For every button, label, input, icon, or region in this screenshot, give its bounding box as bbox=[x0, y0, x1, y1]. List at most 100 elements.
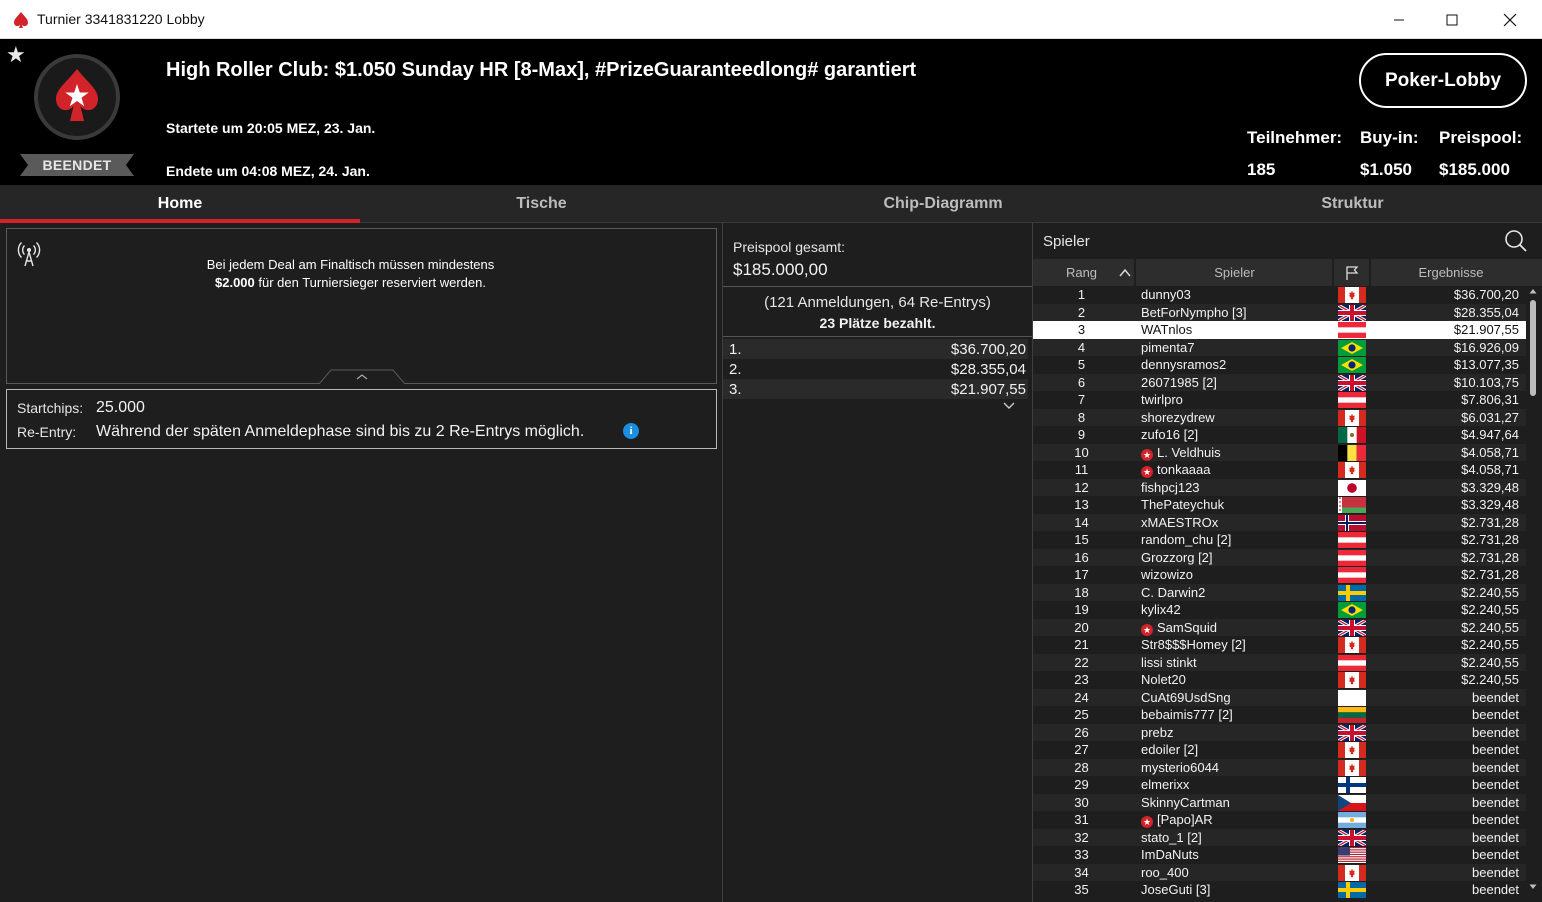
player-row[interactable]: 17 wizowizo $2.731,28 bbox=[1033, 566, 1526, 584]
collapse-notice-handle[interactable] bbox=[319, 369, 405, 384]
player-rank: 15 bbox=[1074, 532, 1089, 547]
registrations-text: (121 Anmeldungen, 64 Re-Entrys) bbox=[764, 294, 991, 311]
player-header-label: Spieler bbox=[1214, 265, 1255, 280]
player-name: 26071985 [2] bbox=[1141, 374, 1217, 390]
player-row[interactable]: 9 zufo16 [2] $4.947,64 bbox=[1033, 426, 1526, 444]
country-flag-icon bbox=[1338, 882, 1366, 898]
player-row[interactable]: 19 kylix42 $2.240,55 bbox=[1033, 601, 1526, 619]
scroll-up-arrow-icon[interactable] bbox=[1529, 288, 1537, 294]
player-row[interactable]: 24 CuAt69UsdSng beendet bbox=[1033, 688, 1526, 706]
scroll-down-arrow-icon[interactable] bbox=[1529, 884, 1537, 890]
player-row[interactable]: 13 ThePateychuk $3.329,48 bbox=[1033, 496, 1526, 514]
player-row[interactable]: 1 dunny03 $36.700,20 bbox=[1033, 286, 1526, 304]
player-row[interactable]: 28 mysterio6044 beendet bbox=[1033, 758, 1526, 776]
title-bar: Turnier 3341831220 Lobby bbox=[0, 0, 1542, 39]
player-row[interactable]: 34 roo_400 beendet bbox=[1033, 863, 1526, 881]
player-name-cell: roo_400 bbox=[1141, 865, 1189, 880]
player-name-cell: dennysramos2 bbox=[1141, 357, 1226, 372]
player-result: $36.700,20 bbox=[1453, 287, 1519, 302]
player-row[interactable]: 30 SkinnyCartman beendet bbox=[1033, 793, 1526, 811]
player-row[interactable]: 15 random_chu [2] $2.731,28 bbox=[1033, 531, 1526, 549]
player-result: beendet bbox=[1472, 847, 1519, 862]
player-row[interactable]: 35 JoseGuti [3] beendet bbox=[1033, 881, 1526, 899]
divider bbox=[723, 286, 1032, 287]
country-flag-icon bbox=[1338, 672, 1366, 688]
buyin-label: Buy-in: bbox=[1360, 128, 1419, 147]
player-name: fishpcj123 bbox=[1141, 479, 1200, 495]
player-row[interactable]: 20 ★ SamSquid $2.240,55 bbox=[1033, 618, 1526, 636]
country-flag-icon bbox=[1338, 479, 1366, 496]
player-name-cell: CuAt69UsdSng bbox=[1141, 690, 1231, 705]
player-result: $2.240,55 bbox=[1461, 654, 1519, 670]
player-rank: 8 bbox=[1077, 409, 1086, 425]
player-rank: 13 bbox=[1074, 497, 1089, 512]
player-row[interactable]: 10 ★ L. Veldhuis $4.058,71 bbox=[1033, 443, 1526, 461]
player-row[interactable]: 3 WATnlos $21.907,55 bbox=[1033, 321, 1526, 339]
country-column-header[interactable] bbox=[1334, 259, 1369, 286]
player-row[interactable]: 33 ImDaNuts beendet bbox=[1033, 846, 1526, 864]
player-result: $4.058,71 bbox=[1461, 462, 1519, 477]
player-row[interactable]: 6 26071985 [2] $10.103,75 bbox=[1033, 373, 1526, 391]
tab-structure[interactable]: Struktur bbox=[1163, 185, 1542, 223]
tournament-name: High Roller Club: $1.050 Sunday HR [8-Ma… bbox=[166, 59, 917, 81]
player-row[interactable]: 11 ★ tonkaaaa $4.058,71 bbox=[1033, 461, 1526, 479]
player-row[interactable]: 25 bebaimis777 [2] beendet bbox=[1033, 706, 1526, 724]
player-row[interactable]: 14 xMAESTROx $2.731,28 bbox=[1033, 513, 1526, 531]
player-row[interactable]: 22 lissi stinkt $2.240,55 bbox=[1033, 653, 1526, 671]
tournament-header: ★ BEENDET High Roller Club: $1.050 Sunda… bbox=[0, 39, 1542, 185]
player-name-cell: lissi stinkt bbox=[1141, 655, 1197, 670]
player-row[interactable]: 8 shorezydrew $6.031,27 bbox=[1033, 408, 1526, 426]
prize-row: 2. $28.355,04 bbox=[723, 359, 1028, 379]
player-name-cell: ★ L. Veldhuis bbox=[1141, 445, 1221, 461]
result-column-header[interactable]: Ergebnisse bbox=[1371, 259, 1531, 286]
players-scrollbar[interactable] bbox=[1526, 286, 1540, 902]
player-rank: 5 bbox=[1077, 357, 1086, 372]
player-row[interactable]: 16 Grozzorg [2] $2.731,28 bbox=[1033, 548, 1526, 566]
favorite-star-icon[interactable]: ★ bbox=[6, 44, 26, 66]
minimize-button[interactable] bbox=[1373, 0, 1425, 39]
player-row[interactable]: 12 fishpcj123 $3.329,48 bbox=[1033, 478, 1526, 496]
player-row[interactable]: 18 C. Darwin2 $2.240,55 bbox=[1033, 583, 1526, 601]
maximize-button[interactable] bbox=[1426, 0, 1478, 39]
player-row[interactable]: 32 stato_1 [2] beendet bbox=[1033, 828, 1526, 846]
prizepool-value: $185.000 bbox=[1439, 160, 1510, 179]
close-button[interactable] bbox=[1484, 0, 1536, 39]
player-name-cell: dunny03 bbox=[1141, 287, 1191, 302]
player-search-label[interactable]: Spieler bbox=[1043, 233, 1090, 250]
rank-column-header[interactable]: Rang bbox=[1033, 259, 1130, 286]
player-row[interactable]: 29 elmerixx beendet bbox=[1033, 776, 1526, 794]
player-result: beendet bbox=[1472, 707, 1519, 722]
expand-prizes-chevron-icon[interactable] bbox=[1001, 401, 1017, 411]
prizepool-total-label: Preispool gesamt: bbox=[733, 239, 846, 255]
player-result: $3.329,48 bbox=[1461, 479, 1519, 495]
poker-lobby-button[interactable]: Poker-Lobby bbox=[1359, 53, 1527, 108]
player-name-cell: xMAESTROx bbox=[1141, 515, 1218, 530]
player-rank: 26 bbox=[1074, 724, 1089, 740]
player-row[interactable]: 27 edoiler [2] beendet bbox=[1033, 741, 1526, 759]
player-row[interactable]: 21 Str8$$$Homey [2] $2.240,55 bbox=[1033, 636, 1526, 654]
player-name: wizowizo bbox=[1141, 567, 1194, 582]
tab-home[interactable]: Home bbox=[0, 185, 360, 223]
prize-place: 1. bbox=[729, 341, 742, 358]
rank-header-label: Rang bbox=[1065, 265, 1098, 280]
player-name-cell: ★ SamSquid bbox=[1141, 620, 1217, 636]
scrollbar-thumb[interactable] bbox=[1530, 300, 1536, 396]
info-icon[interactable]: i bbox=[623, 423, 639, 439]
tab-chip-chart[interactable]: Chip-Diagramm bbox=[723, 185, 1163, 223]
player-rank: 21 bbox=[1074, 637, 1089, 652]
player-row[interactable]: 4 pimenta7 $16.926,09 bbox=[1033, 338, 1526, 356]
player-result: beendet bbox=[1472, 689, 1519, 705]
player-name-cell: random_chu [2] bbox=[1141, 532, 1231, 547]
player-row[interactable]: 2 BetForNympho [3] $28.355,04 bbox=[1033, 303, 1526, 321]
player-row[interactable]: 7 twirlpro $7.806,31 bbox=[1033, 391, 1526, 409]
player-row[interactable]: 31 ★ [Papo]AR beendet bbox=[1033, 811, 1526, 829]
player-row[interactable]: 26 prebz beendet bbox=[1033, 723, 1526, 741]
player-row[interactable]: 5 dennysramos2 $13.077,35 bbox=[1033, 356, 1526, 374]
tab-tables[interactable]: Tische bbox=[360, 185, 723, 223]
player-result: beendet bbox=[1472, 759, 1519, 775]
search-icon[interactable] bbox=[1504, 229, 1528, 253]
player-name-cell: bebaimis777 [2] bbox=[1141, 707, 1233, 722]
player-column-header[interactable]: Spieler bbox=[1136, 259, 1333, 286]
player-name: shorezydrew bbox=[1141, 409, 1215, 425]
player-row[interactable]: 23 Nolet20 $2.240,55 bbox=[1033, 671, 1526, 689]
